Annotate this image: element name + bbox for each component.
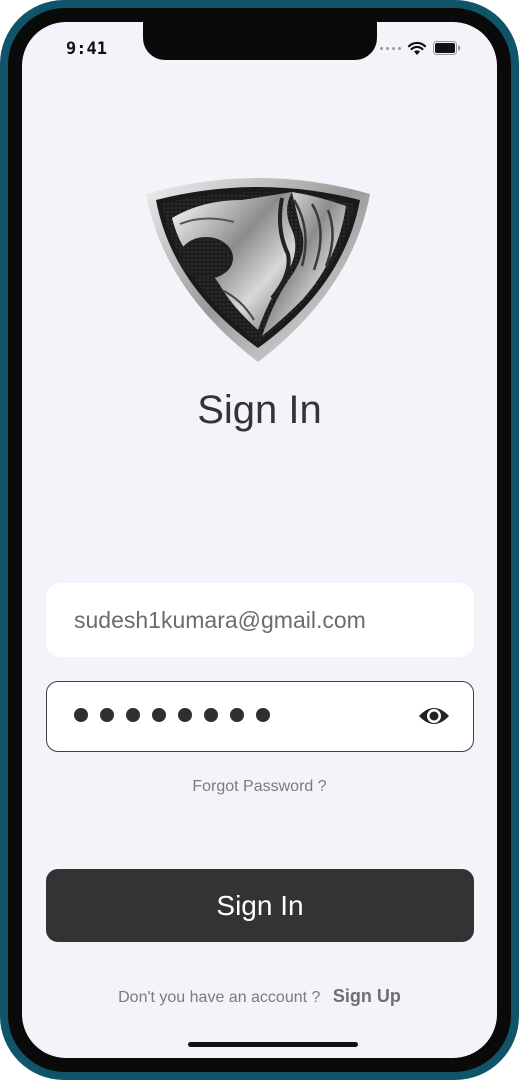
sign-in-button-label: Sign In (216, 889, 304, 921)
signup-prompt: Don't you have an account ? (118, 989, 321, 1006)
password-dot (230, 708, 244, 722)
home-indicator[interactable] (188, 1042, 358, 1047)
password-dot (256, 708, 270, 722)
signal-icon (380, 46, 401, 50)
email-field[interactable]: sudesh1kumara@gmail.com (46, 583, 474, 657)
password-mask (74, 708, 270, 722)
password-dot (204, 708, 218, 722)
signup-prompt-row: Don't you have an account ? Sign Up (22, 986, 497, 1007)
forgot-password-link[interactable]: Forgot Password ? (22, 778, 497, 796)
eye-icon[interactable] (418, 704, 450, 728)
password-dot (178, 708, 192, 722)
app-screen: 9:41 Sign In sudesh1kumara@gmail.com For… (22, 22, 497, 1058)
status-icons (380, 40, 461, 56)
page-title: Sign In (197, 388, 322, 432)
shield-logo-icon (146, 178, 370, 362)
password-dot (74, 708, 88, 722)
battery-icon (433, 41, 460, 55)
password-field[interactable] (46, 681, 474, 752)
sign-up-link[interactable]: Sign Up (333, 986, 401, 1006)
device-notch (143, 22, 377, 60)
password-dot (100, 708, 114, 722)
password-dot (152, 708, 166, 722)
wifi-icon (407, 41, 427, 55)
password-dot (126, 708, 140, 722)
sign-in-button[interactable]: Sign In (46, 869, 474, 942)
email-value: sudesh1kumara@gmail.com (74, 606, 366, 633)
status-time: 9:41 (66, 39, 107, 59)
